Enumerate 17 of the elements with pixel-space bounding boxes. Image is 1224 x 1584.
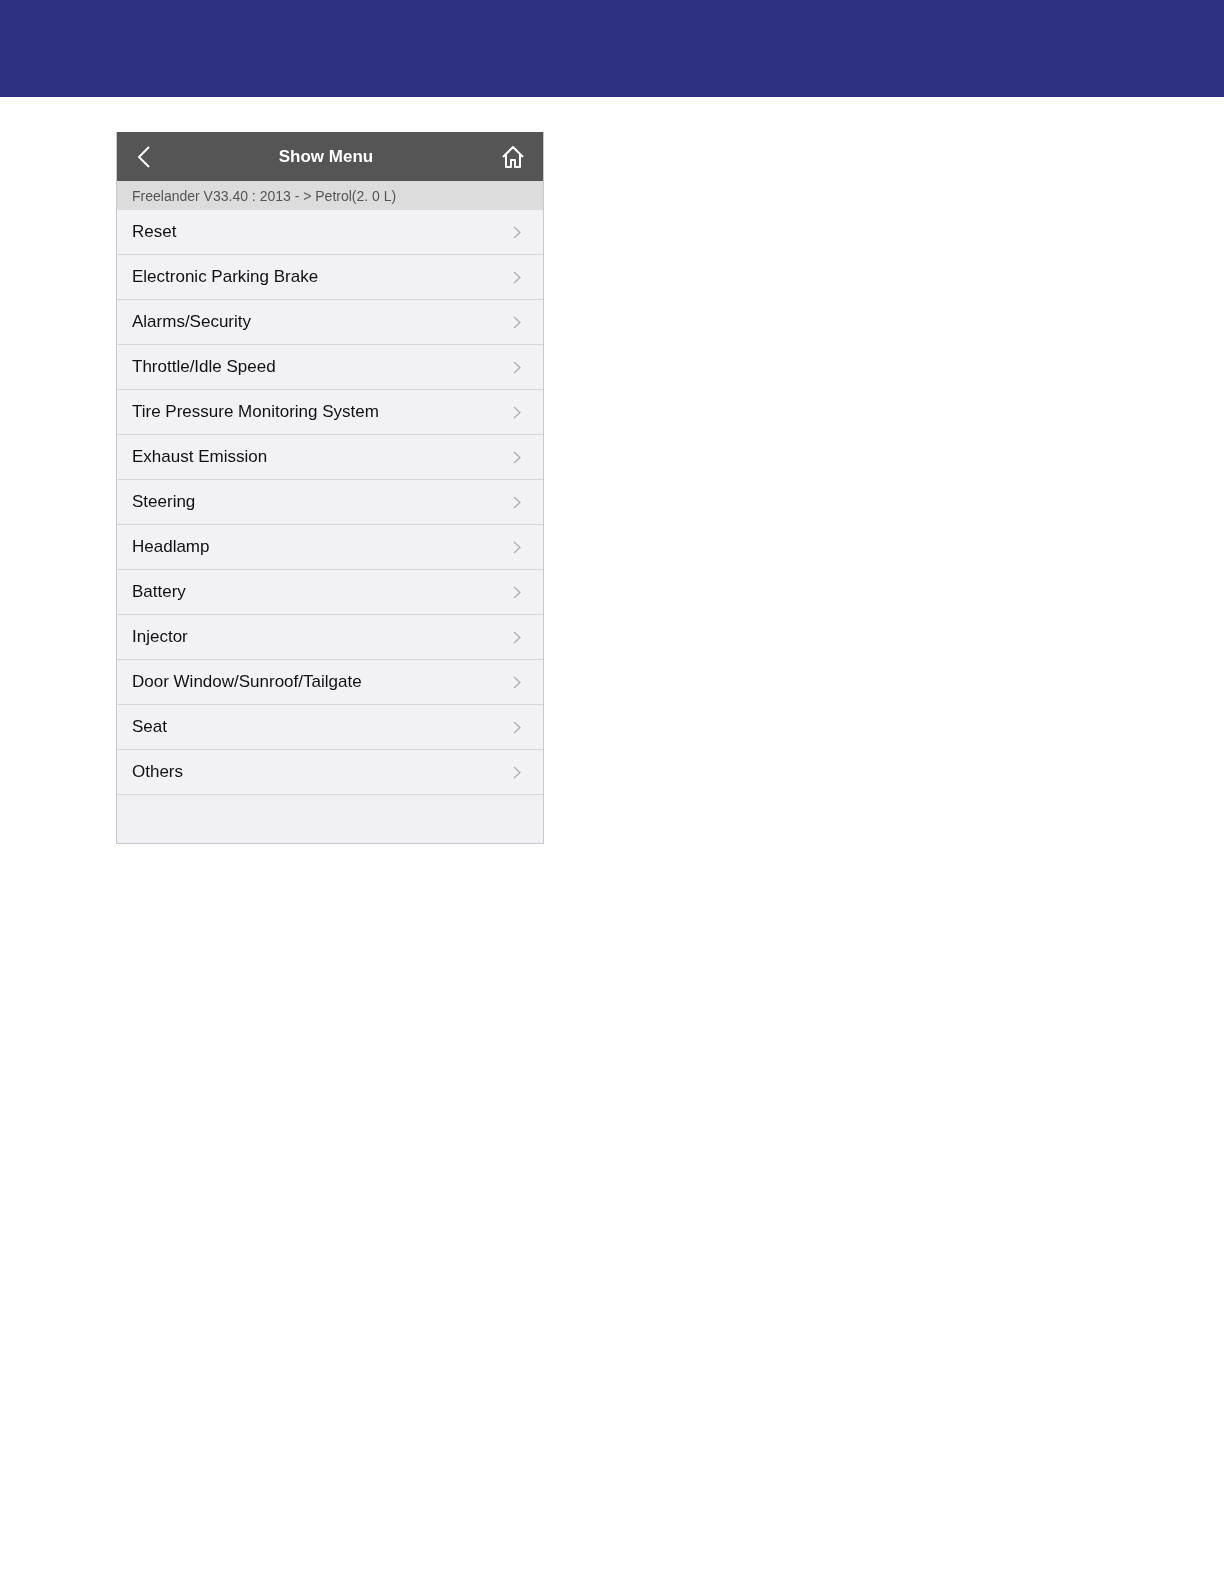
chevron-icon [513, 450, 521, 464]
chevron-icon [513, 720, 521, 734]
back-button[interactable] [137, 144, 151, 169]
chevron-icon [513, 585, 521, 599]
breadcrumb: Freelander V33.40 : 2013 - > Petrol(2. 0 L) [117, 181, 543, 210]
chevron-icon [513, 630, 521, 644]
chevron-icon [513, 270, 521, 284]
chevron-icon [513, 225, 521, 239]
chevron-icon [513, 315, 521, 329]
chevron-icon [513, 405, 521, 419]
chevron-icon [513, 360, 521, 374]
home-button[interactable] [501, 144, 525, 169]
nav-title: Show Menu [278, 146, 374, 167]
chevron-icon [513, 675, 521, 689]
chevron-icon [513, 495, 521, 509]
chevron-icon [513, 765, 521, 779]
chevron-icon [513, 540, 521, 554]
